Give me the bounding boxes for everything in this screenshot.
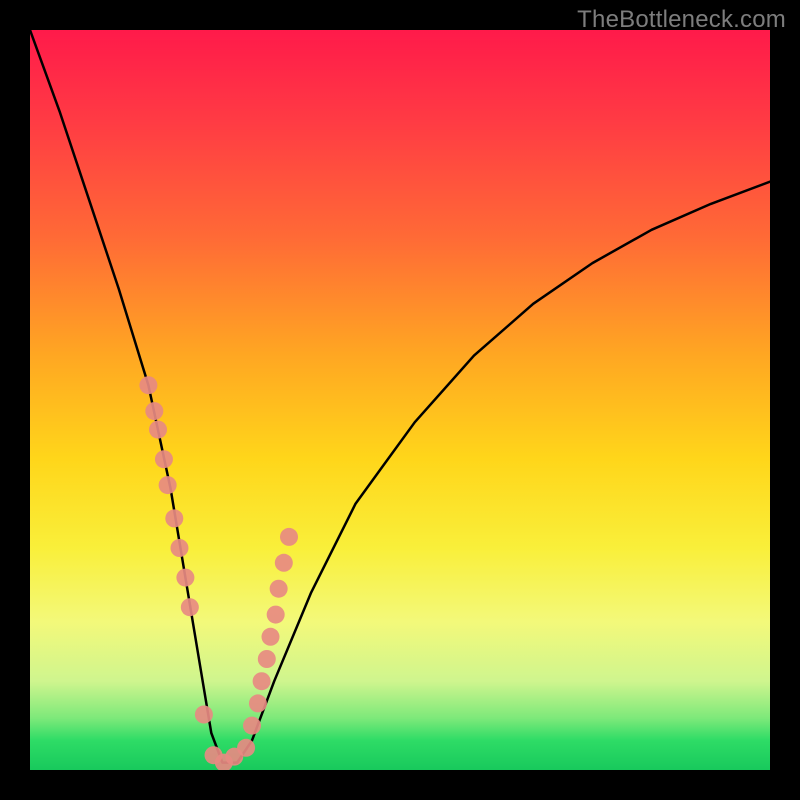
sample-dot (181, 598, 199, 616)
sample-dot (139, 376, 157, 394)
sample-dot (170, 539, 188, 557)
sample-dot (145, 402, 163, 420)
sample-dot (159, 476, 177, 494)
sample-dot (195, 706, 213, 724)
chart-frame: TheBottleneck.com (0, 0, 800, 800)
sample-dot (258, 650, 276, 668)
sample-dot (243, 717, 261, 735)
plot-area (30, 30, 770, 770)
sample-dot (176, 569, 194, 587)
sample-dot (249, 694, 267, 712)
sample-dot (267, 606, 285, 624)
sample-dot (253, 672, 271, 690)
sample-dot (237, 739, 255, 757)
sample-dot (275, 554, 293, 572)
sample-dot (270, 580, 288, 598)
sample-dot (280, 528, 298, 546)
bottleneck-curve (30, 30, 770, 763)
chart-svg (30, 30, 770, 770)
sample-dot (149, 421, 167, 439)
sample-dots (139, 376, 298, 770)
sample-dot (262, 628, 280, 646)
sample-dot (165, 509, 183, 527)
sample-dot (155, 450, 173, 468)
